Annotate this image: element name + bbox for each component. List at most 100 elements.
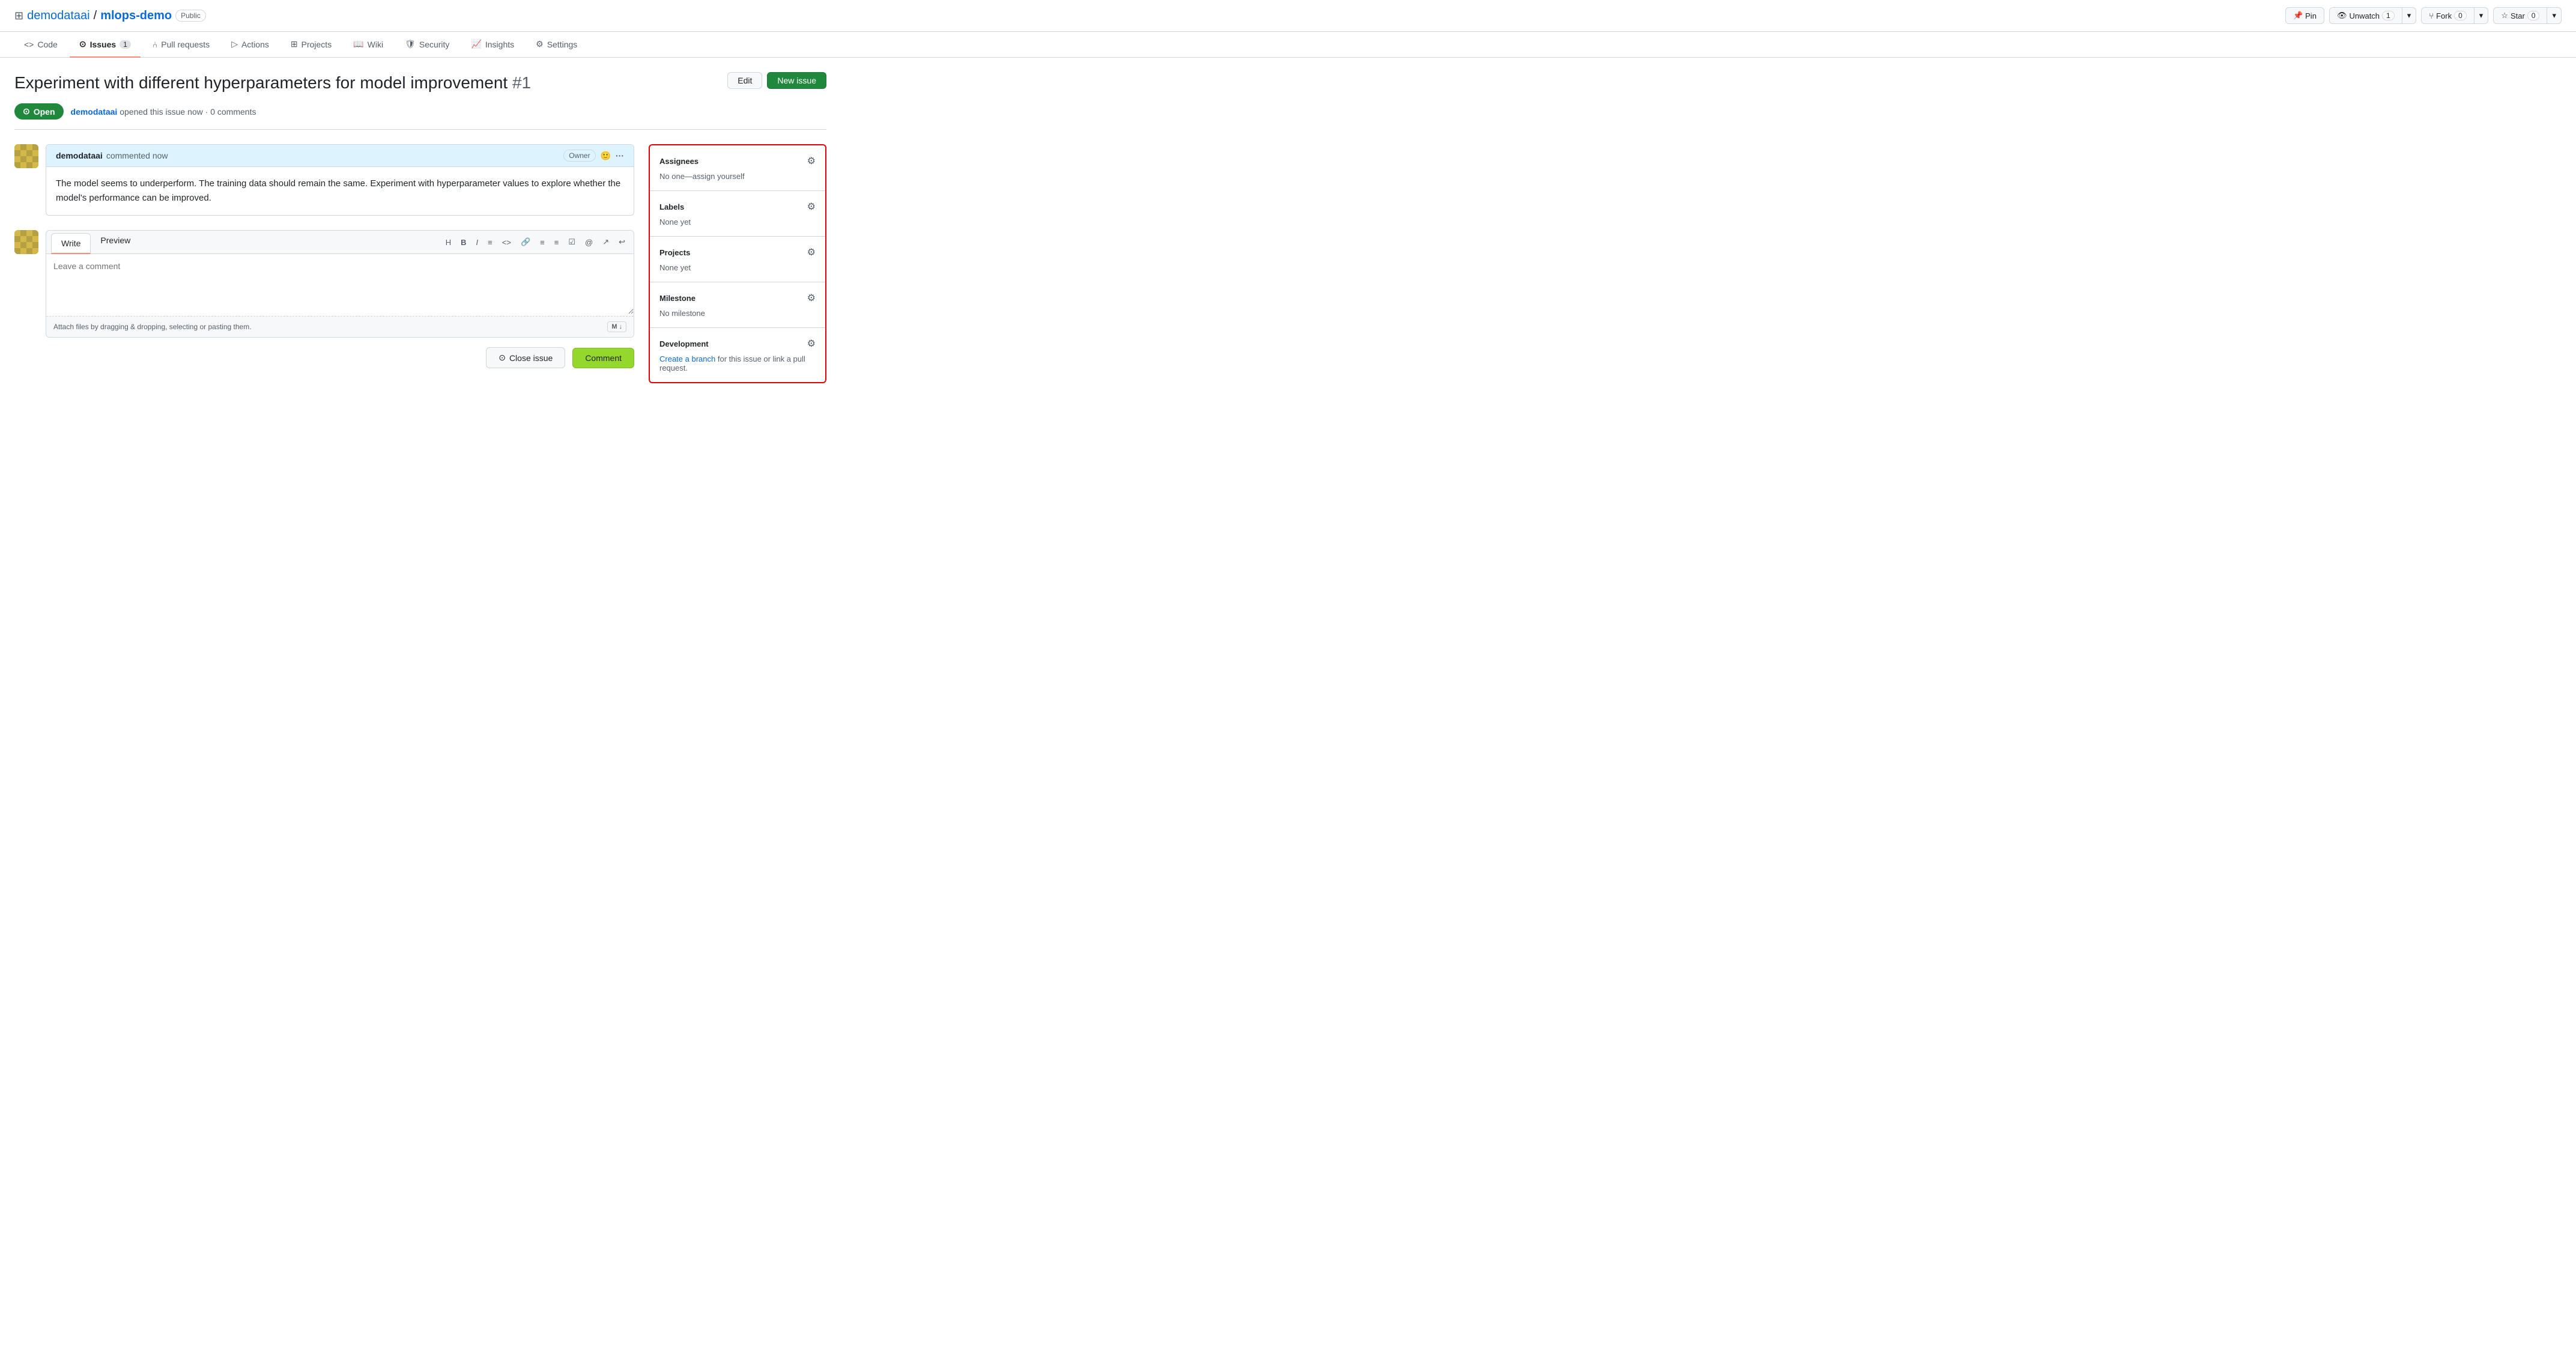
write-tab[interactable]: Write xyxy=(51,233,91,254)
role-badge: Owner xyxy=(563,150,595,162)
preview-tab[interactable]: Preview xyxy=(91,231,140,254)
development-value: Create a branch for this issue or link a… xyxy=(659,354,816,372)
tab-issues[interactable]: ⊙ Issues 1 xyxy=(70,32,141,58)
fork-button[interactable]: ⑂ Fork 0 xyxy=(2421,7,2474,24)
eye-icon: 👁 xyxy=(2337,11,2347,20)
bold-button[interactable]: B xyxy=(457,235,470,249)
undo-button[interactable]: ↩ xyxy=(615,235,629,249)
assignees-gear-icon[interactable]: ⚙ xyxy=(807,155,816,167)
star-dropdown-button[interactable]: ▾ xyxy=(2547,7,2562,24)
pin-button[interactable]: 📌 Pin xyxy=(2285,7,2324,24)
code-button[interactable]: <> xyxy=(499,235,515,249)
development-gear-icon[interactable]: ⚙ xyxy=(807,338,816,350)
unwatch-dropdown-button[interactable]: ▾ xyxy=(2402,7,2417,24)
wiki-icon: 📖 xyxy=(353,39,363,49)
edit-button[interactable]: Edit xyxy=(727,72,762,89)
issue-meta: ⊙ Open demodataai opened this issue now … xyxy=(14,103,826,130)
main-thread: demodataai commented now Owner 🙂 ··· The… xyxy=(14,144,634,368)
nav-tabs: <> Code ⊙ Issues 1 ⑃ Pull requests ▷ Act… xyxy=(0,32,2576,58)
tab-insights[interactable]: 📈 Insights xyxy=(461,32,524,58)
projects-gear-icon[interactable]: ⚙ xyxy=(807,246,816,258)
mention-button[interactable]: @ xyxy=(581,235,596,249)
issue-title: Experiment with different hyperparameter… xyxy=(14,72,718,94)
visibility-badge: Public xyxy=(175,10,206,22)
comment-time: commented now xyxy=(106,151,168,160)
new-issue-button[interactable]: New issue xyxy=(767,72,826,89)
milestone-value: No milestone xyxy=(659,309,816,318)
issue-number: #1 xyxy=(512,73,531,92)
insights-icon: 📈 xyxy=(471,39,481,49)
projects-value: None yet xyxy=(659,263,816,272)
pin-icon: 📌 xyxy=(2293,11,2303,20)
projects-icon: ⊞ xyxy=(291,39,298,49)
status-badge: ⊙ Open xyxy=(14,103,64,120)
repo-name-link[interactable]: mlops-demo xyxy=(100,9,172,23)
fork-count: 0 xyxy=(2454,11,2467,20)
issue-meta-text: demodataai opened this issue now · 0 com… xyxy=(71,107,256,117)
comment-textarea[interactable] xyxy=(46,254,634,314)
comment-body: demodataai commented now Owner 🙂 ··· The… xyxy=(46,144,634,216)
sidebar-labels: Labels ⚙ None yet xyxy=(650,191,825,237)
fork-icon: ⑂ xyxy=(2429,11,2434,20)
quote-button[interactable]: ≡ xyxy=(484,235,496,249)
fork-dropdown-button[interactable]: ▾ xyxy=(2474,7,2489,24)
star-button[interactable]: ☆ Star 0 xyxy=(2493,7,2547,24)
top-actions: 📌 Pin 👁 Unwatch 1 ▾ ⑂ Fork 0 ▾ ☆ Sta xyxy=(2285,7,2562,24)
tab-actions[interactable]: ▷ Actions xyxy=(222,32,279,58)
tab-pull-requests[interactable]: ⑃ Pull requests xyxy=(143,32,219,58)
repo-owner-link[interactable]: demodataai xyxy=(27,9,90,23)
editor-toolbar: H B I ≡ <> 🔗 ≡ ≡ ☑ @ ↗ ↩ xyxy=(442,235,629,249)
link-button[interactable]: 🔗 xyxy=(517,235,534,249)
milestone-gear-icon[interactable]: ⚙ xyxy=(807,292,816,304)
top-bar: ⊞ demodataai / mlops-demo Public 📌 Pin 👁… xyxy=(0,0,2576,32)
code-icon: <> xyxy=(24,40,34,49)
create-branch-link[interactable]: Create a branch xyxy=(659,354,715,363)
heading-button[interactable]: H xyxy=(442,235,455,249)
unwatch-button[interactable]: 👁 Unwatch 1 xyxy=(2329,7,2402,24)
labels-gear-icon[interactable]: ⚙ xyxy=(807,201,816,213)
tab-security[interactable]: 🛡 Security xyxy=(395,32,459,58)
issue-author-link[interactable]: demodataai xyxy=(71,107,118,117)
reply-avatar xyxy=(14,230,38,254)
milestone-title: Milestone xyxy=(659,294,696,303)
repo-icon: ⊞ xyxy=(14,10,23,22)
comment-content: The model seems to underperform. The tra… xyxy=(46,167,634,215)
close-issue-button[interactable]: ⊙ Close issue xyxy=(486,347,565,368)
sidebar-projects: Projects ⚙ None yet xyxy=(650,237,825,282)
actions-icon: ▷ xyxy=(231,39,238,49)
numbered-list-button[interactable]: ≡ xyxy=(551,235,563,249)
open-circle-icon: ⊙ xyxy=(23,106,30,117)
italic-button[interactable]: I xyxy=(473,235,482,249)
comment-author: demodataai xyxy=(56,151,103,160)
markdown-icon: M↓ xyxy=(607,321,626,332)
assignees-value: No one—assign yourself xyxy=(659,172,816,181)
editor-tabs: Write Preview H B I ≡ <> 🔗 ≡ ≡ ☑ xyxy=(46,231,634,254)
settings-icon: ⚙ xyxy=(536,39,544,49)
emoji-reaction-icon[interactable]: 🙂 xyxy=(601,151,611,161)
close-issue-icon: ⊙ xyxy=(499,353,506,363)
commenter-avatar xyxy=(14,144,38,168)
issue-header-actions: Edit New issue xyxy=(727,72,826,89)
tab-wiki[interactable]: 📖 Wiki xyxy=(344,32,393,58)
main-content: Experiment with different hyperparameter… xyxy=(0,58,841,398)
comment-button[interactable]: Comment xyxy=(572,348,634,368)
bullet-list-button[interactable]: ≡ xyxy=(536,235,548,249)
comment-block: demodataai commented now Owner 🙂 ··· The… xyxy=(14,144,634,216)
star-group: ☆ Star 0 ▾ xyxy=(2493,7,2562,24)
unwatch-count: 1 xyxy=(2382,11,2395,20)
bottom-actions: ⊙ Close issue Comment xyxy=(14,347,634,368)
tab-projects[interactable]: ⊞ Projects xyxy=(281,32,341,58)
tab-code[interactable]: <> Code xyxy=(14,32,67,58)
assignees-title: Assignees xyxy=(659,157,699,166)
tab-settings[interactable]: ⚙ Settings xyxy=(526,32,587,58)
pr-icon: ⑃ xyxy=(153,40,157,49)
task-list-button[interactable]: ☑ xyxy=(565,235,579,249)
labels-title: Labels xyxy=(659,202,684,211)
projects-title: Projects xyxy=(659,248,690,257)
unwatch-group: 👁 Unwatch 1 ▾ xyxy=(2329,7,2416,24)
ref-button[interactable]: ↗ xyxy=(599,235,613,249)
comment-header: demodataai commented now Owner 🙂 ··· xyxy=(46,145,634,167)
more-options-icon[interactable]: ··· xyxy=(616,151,624,160)
sidebar-assignees: Assignees ⚙ No one—assign yourself xyxy=(650,145,825,191)
development-title: Development xyxy=(659,339,709,348)
